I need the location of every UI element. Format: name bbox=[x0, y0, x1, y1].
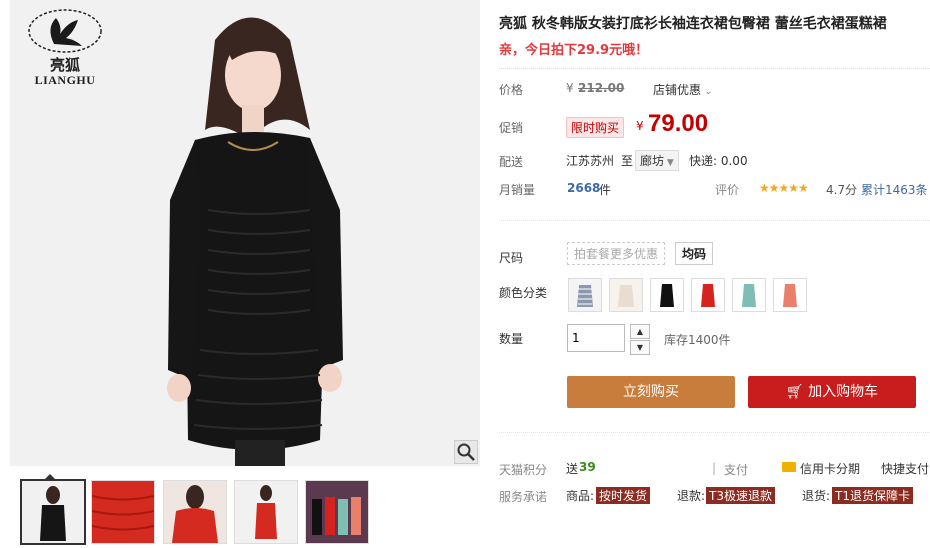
price-currency: ¥ bbox=[566, 81, 574, 95]
monthly-sales-label: 月销量 bbox=[499, 183, 536, 197]
payment-label: 支付 bbox=[724, 463, 749, 477]
product-info: 亮狐 秋冬韩版女装打底衫长袖连衣裙包臀裙 蕾丝毛衣裙蛋糕裙 亲，今日拍下29.9… bbox=[499, 0, 930, 548]
reviews-link[interactable]: 累计1463条 bbox=[861, 181, 928, 198]
service-return-label: 退货: bbox=[802, 489, 831, 503]
monthly-sales-unit: 件 bbox=[599, 183, 612, 197]
thumbnail-2[interactable] bbox=[91, 480, 155, 544]
ship-to-word: 至 bbox=[621, 154, 634, 168]
dropdown-arrow-icon: ▼ bbox=[664, 158, 674, 168]
chevron-down-icon: ⌄ bbox=[701, 86, 713, 97]
add-to-cart-label: 加入购物车 bbox=[808, 384, 879, 400]
ship-from: 江苏苏州 bbox=[566, 154, 615, 168]
cart-icon: 🛒︎ bbox=[785, 384, 804, 400]
credit-installment: 信用卡分期 bbox=[800, 462, 861, 476]
rating-score: 4.7分 bbox=[826, 183, 858, 197]
monthly-sales-count: 2668 bbox=[567, 181, 601, 195]
stock-count: 库存1400件 bbox=[664, 333, 731, 347]
magnifier-icon bbox=[457, 443, 475, 461]
arrow-up-icon: ▲ bbox=[636, 327, 644, 336]
pay-divider: | bbox=[712, 461, 717, 475]
price-label: 价格 bbox=[499, 83, 524, 97]
product-gallery: 亮狐 LIANGHU bbox=[10, 0, 480, 548]
return-guarantee-badge: T1退货保障卡 bbox=[832, 487, 913, 504]
promo-price: 79.00 bbox=[648, 110, 709, 137]
discount-dropdown-label: 店铺优惠 bbox=[653, 83, 702, 97]
points-prefix: 送 bbox=[566, 462, 579, 476]
size-label: 尺码 bbox=[499, 251, 524, 265]
thumbnail-1[interactable] bbox=[20, 479, 86, 545]
size-package-hint: 拍套餐更多优惠 bbox=[567, 242, 666, 265]
credit-card-icon bbox=[782, 462, 796, 472]
on-time-shipping-badge: 按时发货 bbox=[596, 487, 651, 504]
arrow-down-icon: ▼ bbox=[636, 343, 644, 352]
fox-logo-icon bbox=[28, 9, 102, 53]
discount-dropdown[interactable]: 店铺优惠 ⌄ bbox=[653, 81, 713, 98]
divider bbox=[499, 220, 930, 221]
rating-label: 评价 bbox=[715, 183, 740, 197]
quick-pay: 快捷支付 bbox=[881, 462, 930, 476]
zoom-button[interactable] bbox=[454, 440, 478, 464]
quantity-input[interactable] bbox=[567, 324, 625, 352]
shipping-label: 配送 bbox=[499, 155, 524, 169]
add-to-cart-button[interactable]: 🛒︎ 加入购物车 bbox=[748, 376, 916, 408]
thumbnail-strip bbox=[10, 472, 480, 548]
thumbnail-3[interactable] bbox=[163, 480, 227, 544]
brand-logo: 亮狐 LIANGHU bbox=[24, 8, 106, 87]
quantity-increase-button[interactable]: ▲ bbox=[630, 324, 650, 339]
destination-select[interactable]: 廊坊 ▼ bbox=[635, 150, 679, 171]
product-title: 亮狐 秋冬韩版女装打底衫长袖连衣裙包臀裙 蕾丝毛衣裙蛋糕裙 bbox=[499, 16, 887, 32]
quantity-label: 数量 bbox=[499, 332, 524, 346]
service-refund-label: 退款: bbox=[677, 489, 706, 503]
color-swatch-red[interactable] bbox=[691, 278, 725, 312]
points-value: 39 bbox=[579, 460, 596, 474]
buy-now-button[interactable]: 立刻购买 bbox=[567, 376, 735, 408]
tmall-points-label: 天猫积分 bbox=[499, 463, 548, 477]
color-swatch-mint[interactable] bbox=[732, 278, 766, 312]
quantity-decrease-button[interactable]: ▼ bbox=[630, 340, 650, 355]
size-option-one-size[interactable]: 均码 bbox=[675, 242, 714, 265]
star-rating-icon: ★★★★★ bbox=[759, 181, 809, 195]
color-swatch-coral[interactable] bbox=[773, 278, 807, 312]
color-swatch-2[interactable] bbox=[609, 278, 643, 312]
divider bbox=[499, 432, 930, 433]
thumbnail-5[interactable] bbox=[305, 480, 369, 544]
main-product-photo[interactable]: 亮狐 LIANGHU bbox=[10, 0, 480, 466]
original-price: 212.00 bbox=[578, 81, 625, 95]
thumbnail-4[interactable] bbox=[234, 480, 298, 544]
promo-currency: ¥ bbox=[636, 119, 644, 133]
logo-chinese-text: 亮狐 bbox=[49, 56, 80, 74]
service-label: 服务承诺 bbox=[499, 490, 548, 504]
promo-text: 亲，今日拍下29.9元哦！ bbox=[499, 43, 649, 58]
promo-price-label: 促销 bbox=[499, 121, 524, 135]
destination-city: 廊坊 bbox=[640, 154, 665, 168]
service-goods-label: 商品: bbox=[566, 489, 595, 503]
limited-time-badge: 限时购买 bbox=[566, 117, 625, 138]
fast-refund-badge: T3极速退款 bbox=[706, 487, 775, 504]
express-fee: 快递: 0.00 bbox=[689, 154, 748, 168]
color-swatch-black[interactable] bbox=[650, 278, 684, 312]
color-swatch-1[interactable] bbox=[568, 278, 602, 312]
color-label: 颜色分类 bbox=[499, 286, 548, 300]
logo-english-text: LIANGHU bbox=[34, 73, 96, 87]
